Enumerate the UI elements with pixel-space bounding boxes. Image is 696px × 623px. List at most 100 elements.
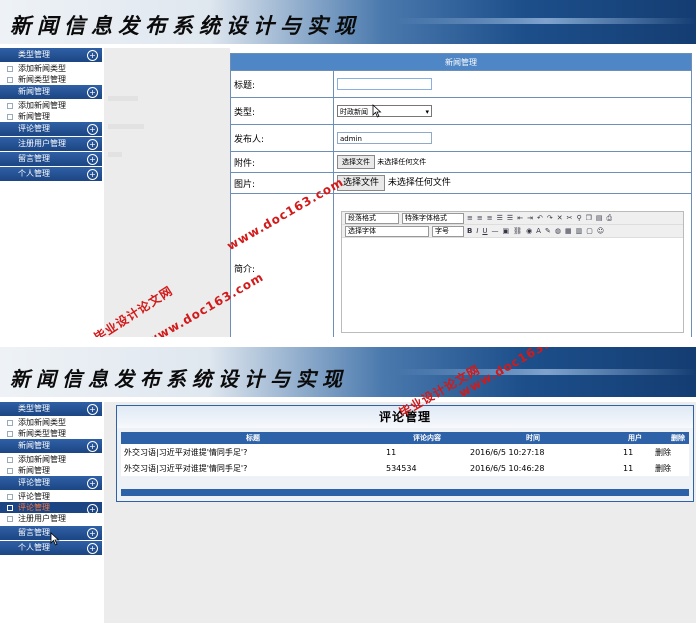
- expand-icon[interactable]: +: [87, 543, 98, 554]
- sidebar-item-comment-manage-selected[interactable]: 评论管理 +: [0, 502, 102, 515]
- delete-link[interactable]: 删除: [643, 444, 689, 460]
- indent-icon[interactable]: ⇥: [527, 214, 533, 222]
- faint-mark: [108, 152, 122, 157]
- link-icon[interactable]: ⛓: [513, 227, 522, 235]
- sidebar-item-news-manage[interactable]: 新闻管理: [0, 465, 102, 476]
- sidebar-item-label: 添加新闻管理: [18, 101, 66, 110]
- expand-icon[interactable]: +: [87, 528, 98, 539]
- table-row: 外交习语|习近平对谁提'情同手足'? 11 2016/6/5 10:27:18 …: [121, 444, 689, 460]
- bullet-icon: [7, 505, 13, 511]
- expand-icon[interactable]: +: [87, 169, 98, 180]
- italic-button[interactable]: I: [476, 227, 478, 235]
- expand-icon[interactable]: +: [87, 478, 98, 489]
- sidebar-item-user-manage[interactable]: 注册用户管理: [0, 513, 102, 524]
- expand-icon[interactable]: +: [87, 124, 98, 135]
- highlight-icon[interactable]: ✎: [545, 227, 551, 235]
- horizontal-rule-icon[interactable]: —: [492, 227, 499, 235]
- bullet-list-icon[interactable]: ☰: [497, 214, 503, 222]
- text-color-icon[interactable]: A: [536, 227, 541, 235]
- expand-icon[interactable]: +: [87, 139, 98, 150]
- undo-icon[interactable]: ↶: [537, 214, 543, 222]
- type-select[interactable]: 时政新闻 ▾: [337, 105, 432, 117]
- sidebar-group-news[interactable]: 新闻管理 +: [0, 439, 102, 453]
- font-size-select[interactable]: 字号: [432, 225, 464, 237]
- mouse-cursor-icon: [50, 532, 60, 546]
- title-input[interactable]: [337, 78, 432, 90]
- align-right-icon[interactable]: ≡: [487, 214, 493, 222]
- font-family-select[interactable]: 选择字体: [345, 225, 429, 237]
- editor-toolbar-row-1: 段落格式 特殊字体格式 ≡ ≡ ≡ ☰ ☰ ⇤ ⇥ ↶ ↷ ✕ ✂ ⚲ ❐ ▤ …: [342, 212, 683, 225]
- header-banner: 新闻信息发布系统设计与实现: [0, 0, 696, 44]
- sidebar-item-add-news-type[interactable]: 添加新闻类型: [0, 63, 102, 74]
- sidebar-item-add-news[interactable]: 添加新闻管理: [0, 100, 102, 111]
- sidebar-group-type[interactable]: 类型管理 +: [0, 48, 102, 62]
- outdent-icon[interactable]: ⇤: [517, 214, 523, 222]
- sidebar-group-news[interactable]: 新闻管理 +: [0, 85, 102, 99]
- sidebar-group-label: 新闻管理: [18, 87, 50, 96]
- sidebar-item-add-news[interactable]: 添加新闻管理: [0, 454, 102, 465]
- flash-icon[interactable]: ◉: [526, 227, 532, 235]
- type-select-value: 时政新闻: [340, 108, 368, 116]
- sidebar-item-label: 新闻管理: [18, 112, 50, 121]
- expand-icon[interactable]: +: [87, 441, 98, 452]
- sidebar-item-news-type-manage[interactable]: 新闻类型管理: [0, 428, 102, 439]
- special-font-format-select[interactable]: 特殊字体格式: [402, 212, 464, 224]
- delete-link[interactable]: 删除: [643, 460, 689, 476]
- underline-button[interactable]: U: [482, 227, 487, 235]
- bullet-icon: [7, 468, 13, 474]
- sidebar-item-label: 新闻类型管理: [18, 75, 66, 84]
- table-icon[interactable]: ▥: [576, 227, 583, 235]
- align-center-icon[interactable]: ≡: [477, 214, 483, 222]
- numbered-list-icon[interactable]: ☰: [507, 214, 513, 222]
- bullet-icon: [7, 77, 13, 83]
- bullet-icon: [7, 114, 13, 120]
- rich-text-editor[interactable]: 段落格式 特殊字体格式 ≡ ≡ ≡ ☰ ☰ ⇤ ⇥ ↶ ↷ ✕ ✂ ⚲ ❐ ▤ …: [341, 211, 684, 333]
- clear-icon[interactable]: ✕: [557, 214, 563, 222]
- sidebar-group-label: 留言管理: [18, 154, 50, 163]
- sidebar-item-news-manage[interactable]: 新闻管理: [0, 111, 102, 122]
- sidebar-group-personal[interactable]: 个人管理 +: [0, 167, 102, 181]
- sidebar-group-comments[interactable]: 评论管理 +: [0, 122, 102, 136]
- attachment-choose-button[interactable]: 选择文件: [337, 155, 375, 169]
- expand-icon[interactable]: +: [87, 404, 98, 415]
- globe-icon[interactable]: ◍: [555, 227, 561, 235]
- header-banner: 新闻信息发布系统设计与实现: [0, 347, 696, 397]
- sidebar-group-label: 注册用户管理: [18, 139, 66, 148]
- type-label: 类型:: [230, 97, 334, 125]
- sidebar-group-comments[interactable]: 评论管理 +: [0, 476, 102, 490]
- media-icon[interactable]: ▦: [565, 227, 572, 235]
- sidebar-group-type[interactable]: 类型管理 +: [0, 402, 102, 416]
- find-icon[interactable]: ⚲: [576, 214, 581, 222]
- publisher-input[interactable]: admin: [337, 132, 432, 144]
- comment-user-cell: 11: [597, 444, 643, 460]
- app-title: 新闻信息发布系统设计与实现: [10, 13, 361, 38]
- expand-icon[interactable]: +: [87, 50, 98, 61]
- bold-button[interactable]: B: [467, 227, 472, 235]
- expand-icon[interactable]: +: [87, 87, 98, 98]
- news-form: 新闻管理 标题: 类型: 时政新闻 ▾ 发布人: admin 附件: 选择文件 …: [230, 53, 692, 337]
- bullet-icon: [7, 457, 13, 463]
- banner-decoration: [396, 18, 696, 24]
- align-left-icon[interactable]: ≡: [467, 214, 473, 222]
- image-insert-icon[interactable]: ▣: [503, 227, 510, 235]
- calendar-icon[interactable]: ▢: [586, 227, 593, 235]
- print-icon[interactable]: ⎙: [606, 214, 612, 223]
- expand-icon[interactable]: +: [87, 154, 98, 165]
- sidebar-group-messages[interactable]: 留言管理 +: [0, 152, 102, 166]
- dropdown-arrow-icon: ▾: [425, 108, 429, 116]
- cut-icon[interactable]: ✂: [567, 214, 573, 222]
- sidebar-item-add-news-type[interactable]: 添加新闻类型: [0, 417, 102, 428]
- sidebar-item-news-type-manage[interactable]: 新闻类型管理: [0, 74, 102, 85]
- redo-icon[interactable]: ↷: [547, 214, 553, 222]
- attachment-label: 附件:: [230, 151, 334, 173]
- screenshot-separator: [0, 337, 696, 347]
- paste-icon[interactable]: ▤: [596, 214, 603, 222]
- paragraph-format-select[interactable]: 段落格式: [345, 212, 399, 224]
- bullet-icon: [7, 431, 13, 437]
- copy-icon[interactable]: ❐: [586, 214, 592, 222]
- form-header: 新闻管理: [230, 53, 692, 71]
- sidebar-item-comment-manage[interactable]: 评论管理: [0, 491, 102, 502]
- comment-manage-screenshot: 新闻信息发布系统设计与实现 类型管理 + 添加新闻类型 新闻类型管理 新闻管理 + …: [0, 347, 696, 623]
- smiley-icon[interactable]: ☺: [597, 227, 604, 235]
- sidebar-group-users[interactable]: 注册用户管理 +: [0, 137, 102, 151]
